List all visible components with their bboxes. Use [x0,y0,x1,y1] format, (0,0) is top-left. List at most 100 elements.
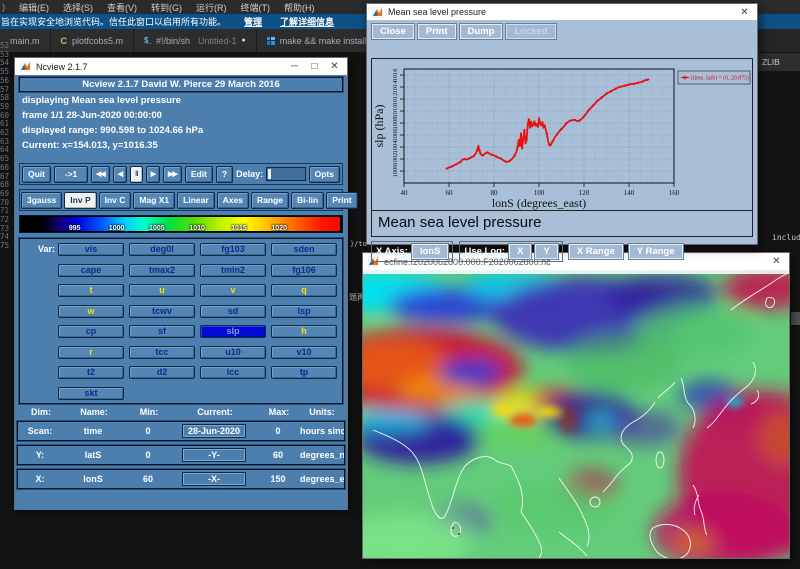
step-forward-button[interactable]: ▶ [146,166,160,183]
var-button-r[interactable]: r [58,346,124,359]
print-button[interactable]: Print [326,192,357,209]
var-button-sf[interactable]: sf [129,325,195,338]
var-button-fg103[interactable]: fg103 [200,243,266,256]
var-button-vis[interactable]: vis [58,243,124,256]
dim-row-latS: Y:latS 0 -Y- 60 degrees_nort [17,445,345,465]
chart-panel[interactable]: 4060801001201401601000100210041006100810… [371,58,753,211]
editor-tab[interactable]: $_#!/bin/shUntitled-1● [134,29,257,52]
edit-button[interactable]: Edit [185,166,213,183]
var-button-sden[interactable]: sden [271,243,337,256]
dim-current-button[interactable]: 28-Jun-2020 [182,424,246,438]
tree-item-zlib[interactable]: › ZLIB [751,53,800,71]
dim-current-button[interactable]: -X- [182,472,246,486]
dim-header: Units: [301,407,343,419]
ncview-titlebar[interactable]: Ncview 2.1.7 ─ □ ✕ [15,58,347,75]
var-button-q[interactable]: q [271,284,337,297]
inv-c-button[interactable]: Inv C [99,192,132,209]
3gauss-button[interactable]: 3gauss [21,192,62,209]
plot-buttons: Close Print DumpLocked [372,24,556,39]
var-button-v[interactable]: v [200,284,266,297]
linear-button[interactable]: Linear [177,192,215,209]
plot-titlebar[interactable]: Mean sea level pressure ✕ [367,4,757,20]
dim-current-button[interactable]: -Y- [182,448,246,462]
var-button-d2[interactable]: d2 [129,366,195,379]
delay-input[interactable] [266,167,306,181]
var-button-cape[interactable]: cape [58,264,124,277]
close-icon[interactable]: ✕ [737,5,752,20]
menu-item[interactable]: 帮助(H) [284,1,315,14]
var-button-tmax2[interactable]: tmax2 [129,264,195,277]
var-button-t2[interactable]: t2 [58,366,124,379]
variable-panel: Var: visdeg0lfg103sdencapetmax2tmin2fg10… [19,238,343,404]
bi-lin-button[interactable]: Bi-lin [291,192,324,209]
menu-item[interactable]: 选择(S) [63,1,93,14]
weather-map-image[interactable] [363,270,789,558]
var-button-tp[interactable]: tp [271,366,337,379]
trust-manage-link[interactable]: 管理 [244,15,262,28]
range-button[interactable]: Range [251,192,289,209]
help-button[interactable]: ? [216,166,233,183]
print-button[interactable]: Print [418,24,456,39]
use-log-label: Use Log: [464,246,505,257]
y-range-button[interactable]: Y Range [629,244,683,259]
step-one-button[interactable]: ->1 [54,166,88,183]
close-button[interactable]: Close [372,24,414,39]
log-y-button[interactable]: Y [535,244,557,259]
transport-controls: Quit ->1 ◀◀ ◀ ‖ ▶ ▶▶ Edit ? Delay: Opts [19,163,343,185]
menu-item[interactable]: 编辑(E) [19,1,49,14]
dim-row-lonS: X:lonS 60 -X- 150 degrees_east [17,469,345,489]
svg-text:160: 160 [669,189,680,197]
menu-item[interactable]: 运行(R) [196,1,227,14]
inv-p-button[interactable]: Inv P [64,192,96,209]
var-button-slp[interactable]: slp [200,325,266,338]
maximize-button[interactable]: □ [307,59,322,74]
var-button-fg106[interactable]: fg106 [271,264,337,277]
dump-button[interactable]: Dump [460,24,503,39]
variable-grid: vis deg0l fg103 sden cape tmax2 tmin2 fg106 tuvq… [58,243,337,400]
var-button-tcc[interactable]: tcc [129,346,195,359]
quit-button[interactable]: Quit [22,166,51,183]
var-button-cp[interactable]: cp [58,325,124,338]
mag-x1-button[interactable]: Mag X1 [133,192,175,209]
var-button-tcwv[interactable]: tcwv [129,305,195,318]
fast-forward-button[interactable]: ▶▶ [163,166,182,183]
pause-button[interactable]: ‖ [130,166,142,183]
display-controls: 3gaussInv PInv CMag X1LinearAxesRangeBi-… [19,189,343,211]
x-axis-variable-button[interactable]: lonS [412,244,449,259]
var-button-t[interactable]: t [58,284,124,297]
terminal-fragment-include: include/ [772,233,800,242]
colorbar[interactable]: 99510001005101010151020 [19,215,343,233]
trust-learn-more-link[interactable]: 了解详细信息 [280,15,334,28]
step-back-button[interactable]: ◀ [113,166,127,183]
rewind-button[interactable]: ◀◀ [91,166,110,183]
terminal-fragment-top: }/to [350,240,367,248]
var-button-v10[interactable]: v10 [271,346,337,359]
plot-window: Mean sea level pressure ✕ Close Print Dump… [366,3,758,245]
var-button-w[interactable]: w [58,305,124,318]
close-icon[interactable]: ✕ [769,254,784,269]
svg-text:lonS (degrees_east): lonS (degrees_east) [492,196,586,210]
var-button-tmin2[interactable]: tmin2 [200,264,266,277]
log-x-button[interactable]: X [509,244,531,259]
svg-text:140: 140 [624,189,635,197]
var-button-skt[interactable]: skt [58,387,124,400]
menu-item[interactable]: 转到(G) [151,1,182,14]
minimize-button[interactable]: ─ [287,59,302,74]
var-button-u10[interactable]: u10 [200,346,266,359]
var-button-lcc[interactable]: lcc [200,366,266,379]
matlab-file-icon: C [61,36,68,46]
var-button-lsp[interactable]: lsp [271,305,337,318]
axes-button[interactable]: Axes [217,192,249,209]
var-button-deg0l[interactable]: deg0l [129,243,195,256]
var-button-u[interactable]: u [129,284,195,297]
var-button-h[interactable]: h [271,325,337,338]
locked-button[interactable]: Locked [506,24,555,39]
menu-item[interactable]: 终端(T) [241,1,271,14]
menu-item[interactable]: 查看(V) [107,1,137,14]
slp-line-chart[interactable]: 4060801001201401601000100210041006100810… [372,59,752,210]
close-button[interactable]: ✕ [327,59,342,74]
x-range-button[interactable]: X Range [569,244,623,259]
editor-tab[interactable]: Cplotfcobs5.m [51,29,135,52]
opts-button[interactable]: Opts [309,166,340,183]
var-button-sd[interactable]: sd [200,305,266,318]
